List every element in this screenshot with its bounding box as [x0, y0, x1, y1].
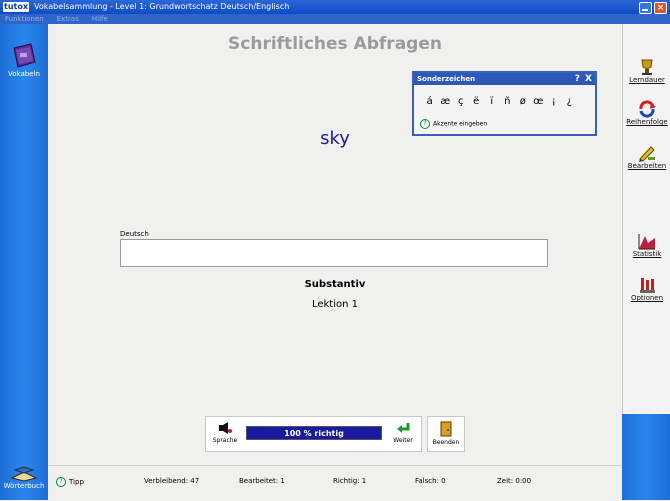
statistics-button[interactable]: Statistik [623, 232, 670, 258]
app-logo: tutox [3, 2, 29, 12]
query-word: sky [320, 128, 350, 149]
study-time-label: Lerndauer [629, 76, 665, 84]
edit-label: Bearbeiten [627, 162, 667, 170]
correct-count: Richtig: 1 [333, 477, 367, 485]
vocab-label: Vokabeln [8, 70, 40, 78]
wrong-count: Falsch: 0 [415, 477, 446, 485]
char-button[interactable]: ç [453, 96, 469, 107]
special-chars-panel: Sonderzeichen ? X á æ ç ë ï ñ ø œ ¡ ¿ ? A… [412, 71, 597, 136]
speech-button[interactable]: Sprache [210, 421, 240, 444]
lightbulb-icon: ? [420, 119, 430, 129]
cycle-arrows-icon [639, 100, 656, 118]
accent-hint[interactable]: ? Akzente eingeben [420, 119, 487, 129]
pencil-icon [639, 146, 655, 162]
window-titlebar: tutox Vokabelsammlung - Level 1: Grundwo… [0, 0, 670, 14]
accent-hint-text: Akzente eingeben [433, 120, 488, 128]
open-book-icon [10, 466, 38, 482]
book-icon [13, 43, 36, 68]
answer-input[interactable] [120, 239, 548, 267]
right-toolbar-footer [622, 414, 670, 500]
answer-field-label: Deutsch [120, 230, 149, 238]
processed-count: Bearbeitet: 1 [239, 477, 285, 485]
char-button[interactable]: ø [515, 96, 531, 107]
exit-label: Beenden [432, 439, 460, 446]
special-chars-header: Sonderzeichen ? X [414, 73, 595, 85]
special-char-row: á æ ç ë ï ñ ø œ ¡ ¿ [422, 96, 592, 116]
menu-functions[interactable]: Funktionen [5, 14, 44, 24]
order-button[interactable]: Reihenfolge [623, 100, 670, 126]
trophy-icon [641, 59, 653, 75]
vocab-button[interactable]: Vokabeln [0, 42, 48, 78]
help-button[interactable]: ? [575, 73, 580, 85]
menu-extras[interactable]: Extras [57, 14, 79, 24]
lightbulb-icon: ? [56, 477, 66, 487]
elapsed-time: Zeit: 0:00 [497, 477, 532, 485]
tip-button[interactable]: ? Tipp [56, 477, 84, 487]
word-type: Substantiv [304, 279, 366, 290]
edit-button[interactable]: Bearbeiten [623, 144, 670, 170]
dictionary-button[interactable]: Wörterbuch [0, 464, 48, 490]
options-button[interactable]: Optionen [623, 276, 670, 302]
lesson-label: Lektion 1 [311, 299, 359, 310]
answer-controls: Sprache 100 % richtig Weiter [205, 416, 422, 452]
tip-label: Tipp [69, 478, 84, 486]
sliders-icon [640, 278, 655, 293]
exit-button[interactable]: Beenden [427, 416, 465, 452]
statistics-label: Statistik [632, 250, 662, 258]
speaker-icon [219, 422, 232, 434]
left-sidebar: Vokabeln Wörterbuch [0, 24, 48, 500]
progress-bar: 100 % richtig [246, 426, 382, 440]
special-chars-title: Sonderzeichen [417, 75, 476, 83]
dictionary-label: Wörterbuch [3, 482, 45, 490]
menu-bar: Funktionen Extras Hilfe [0, 14, 670, 24]
menu-help[interactable]: Hilfe [92, 14, 108, 24]
char-button[interactable]: á [422, 96, 438, 107]
window-title: Vokabelsammlung - Level 1: Grundwortscha… [34, 2, 290, 11]
chart-icon [638, 234, 655, 250]
order-label: Reihenfolge [626, 118, 668, 126]
char-button[interactable]: æ [438, 96, 454, 107]
next-label: Weiter [393, 437, 413, 444]
return-arrow-icon [397, 423, 410, 433]
study-time-button[interactable]: Lerndauer [623, 58, 670, 84]
status-bar: ? Tipp Verbleibend: 47 Bearbeitet: 1 Rich… [48, 465, 622, 501]
next-button[interactable]: Weiter [389, 421, 417, 444]
minimize-button[interactable] [639, 2, 652, 14]
char-button[interactable]: ¡ [546, 96, 562, 107]
char-button[interactable]: ï [484, 96, 500, 107]
char-button[interactable]: ¿ [562, 96, 578, 107]
panel-close-button[interactable]: X [585, 73, 592, 85]
char-button[interactable]: ñ [500, 96, 516, 107]
remaining-count: Verbleibend: 47 [144, 477, 200, 485]
door-icon [440, 421, 452, 437]
char-button[interactable]: ë [469, 96, 485, 107]
char-button[interactable]: œ [531, 96, 547, 107]
page-title: Schriftliches Abfragen [228, 34, 442, 54]
speech-label: Sprache [212, 437, 238, 444]
close-button[interactable]: × [654, 2, 667, 14]
options-label: Optionen [630, 294, 664, 302]
